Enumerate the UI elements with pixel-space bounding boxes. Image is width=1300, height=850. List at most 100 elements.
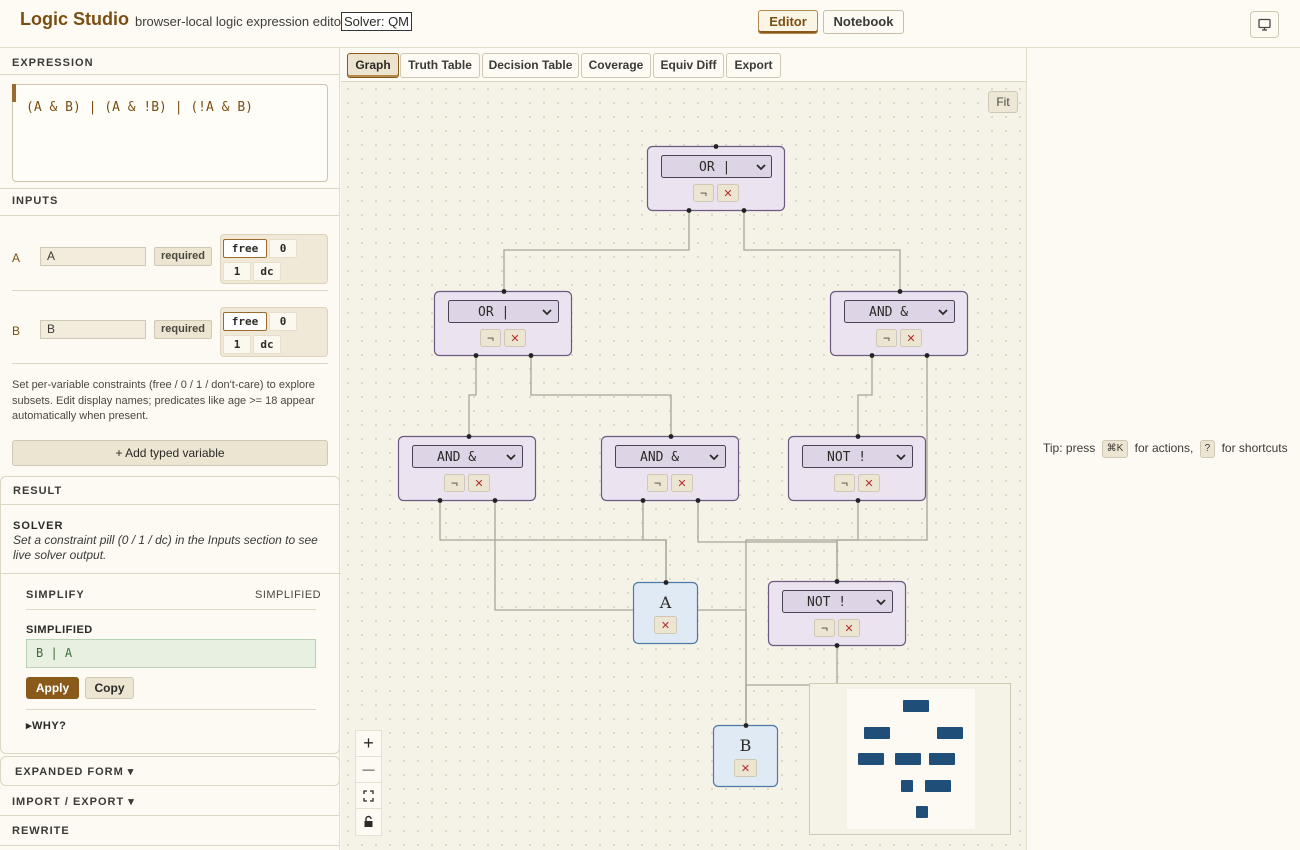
pill-0[interactable]: 0 xyxy=(269,239,297,258)
solver-message: Set a constraint pill (0 / 1 / dc) in th… xyxy=(13,533,318,562)
pill-free[interactable]: free xyxy=(223,312,267,331)
variable-a-name-input[interactable]: A xyxy=(40,247,146,266)
fit-view-icon xyxy=(363,790,374,802)
tab-truth-table[interactable]: Truth Table xyxy=(400,53,480,78)
pill-free[interactable]: free xyxy=(223,239,267,258)
monitor-icon xyxy=(1258,18,1271,31)
tip-prefix: Tip: press xyxy=(1043,441,1096,456)
solver-badge[interactable]: Solver: QM xyxy=(341,12,413,31)
rewrite-toggle[interactable]: REWRITE xyxy=(12,825,70,837)
or-root-operator[interactable]: OR | xyxy=(699,160,730,175)
delete-icon: ✕ xyxy=(906,333,915,345)
variable-a-node[interactable]: A ✕ xyxy=(632,580,699,645)
and-2-node[interactable]: AND & ¬ ✕ xyxy=(600,434,740,503)
delete-icon: ✕ xyxy=(510,333,519,345)
notebook-mode-button[interactable]: Notebook xyxy=(823,10,904,34)
variable-b-required-toggle[interactable]: required xyxy=(154,320,212,339)
or-left-node[interactable]: OR | ¬ ✕ xyxy=(433,289,573,358)
import-export-toggle[interactable]: IMPORT / EXPORT ▾ xyxy=(12,795,135,808)
view-tabs: Graph Truth Table Decision Table Coverag… xyxy=(341,48,1026,82)
app-title: Logic Studio xyxy=(20,9,129,29)
simplified-label: SIMPLIFIED xyxy=(26,624,93,636)
variable-b-constraint-pills: free 0 1 dc xyxy=(220,307,328,357)
pill-1[interactable]: 1 xyxy=(223,262,251,281)
pill-1[interactable]: 1 xyxy=(223,335,251,354)
tab-export[interactable]: Export xyxy=(726,53,781,78)
not-2-node[interactable]: NOT ! ¬ ✕ xyxy=(767,579,907,648)
graph-canvas[interactable]: OR | ¬ ✕ OR | ¬ ✕ AND & ¬ ✕ AND & ¬ ✕ AN… xyxy=(341,82,1026,850)
command-k-key: ⌘K xyxy=(1101,440,1129,458)
simplify-title: SIMPLIFY xyxy=(26,589,85,601)
and-1-operator[interactable]: AND & xyxy=(437,450,476,465)
tip-mid: for actions, xyxy=(1134,441,1194,456)
editor-mode-button[interactable]: Editor xyxy=(758,10,818,34)
tab-graph[interactable]: Graph xyxy=(347,53,399,78)
fit-button[interactable]: Fit xyxy=(988,91,1018,113)
negate-icon: ¬ xyxy=(654,476,661,490)
app-tagline: browser-local logic expression editor xyxy=(135,14,346,29)
top-bar: Logic Studio browser-local logic express… xyxy=(0,0,1300,48)
delete-icon: ✕ xyxy=(741,763,750,775)
fit-view-button[interactable] xyxy=(356,783,381,809)
minimap[interactable] xyxy=(809,683,1011,835)
lock-toggle-button[interactable] xyxy=(356,809,381,835)
not-1-node[interactable]: NOT ! ¬ ✕ xyxy=(787,434,927,503)
solver-title: SOLVER xyxy=(13,520,64,532)
not-1-operator[interactable]: NOT ! xyxy=(827,450,866,465)
and-1-node[interactable]: AND & ¬ ✕ xyxy=(397,434,537,503)
variable-b-name-input[interactable]: B xyxy=(40,320,146,339)
apply-button[interactable]: Apply xyxy=(26,677,79,699)
result-panel: RESULT SOLVER Set a constraint pill (0 /… xyxy=(0,476,341,754)
add-typed-variable-button[interactable]: + Add typed variable xyxy=(12,440,328,466)
delete-icon: ✕ xyxy=(661,620,670,632)
negate-icon: ¬ xyxy=(700,186,707,200)
delete-icon: ✕ xyxy=(723,188,732,200)
variable-b-label: B xyxy=(740,736,752,755)
zoom-out-button[interactable]: — xyxy=(356,757,381,783)
expanded-form-toggle[interactable]: EXPANDED FORM ▾ xyxy=(15,765,134,778)
variable-b-node[interactable]: B ✕ xyxy=(712,723,779,788)
display-toggle-button[interactable] xyxy=(1250,11,1279,38)
and-2-operator[interactable]: AND & xyxy=(640,450,679,465)
pill-dc[interactable]: dc xyxy=(253,262,281,281)
delete-icon: ✕ xyxy=(677,478,686,490)
why-toggle[interactable]: ▸WHY? xyxy=(26,719,66,732)
simplified-expression: B | A xyxy=(26,639,316,668)
pill-0[interactable]: 0 xyxy=(269,312,297,331)
delete-icon: ✕ xyxy=(474,478,483,490)
inputs-help-text: Set per-variable constraints (free / 0 /… xyxy=(12,379,315,422)
tab-equiv-diff[interactable]: Equiv Diff xyxy=(653,53,724,78)
minimap-blocks xyxy=(858,700,963,818)
variable-a-required-toggle[interactable]: required xyxy=(154,247,212,266)
and-right-operator[interactable]: AND & xyxy=(869,305,908,320)
editor-caret xyxy=(12,84,16,102)
or-left-operator[interactable]: OR | xyxy=(478,305,509,320)
variable-b-letter: B xyxy=(12,324,21,338)
zoom-controls: + — xyxy=(355,730,382,836)
zoom-in-button[interactable]: + xyxy=(356,731,381,757)
expression-text[interactable]: (A & B) | (A & !B) | (!A & B) xyxy=(26,100,253,115)
simplify-status-badge: SIMPLIFIED xyxy=(255,589,322,601)
inputs-section-title: INPUTS xyxy=(12,195,59,207)
left-panel: EXPRESSION (A & B) | (A & !B) | (!A & B)… xyxy=(0,48,341,850)
delete-icon: ✕ xyxy=(864,478,873,490)
tab-decision-table[interactable]: Decision Table xyxy=(482,53,579,78)
copy-button[interactable]: Copy xyxy=(85,677,134,699)
shortcut-tip: Tip: press ⌘K for actions, ? for shortcu… xyxy=(1043,440,1288,458)
tab-coverage[interactable]: Coverage xyxy=(581,53,651,78)
or-root-node[interactable]: OR | ¬ ✕ xyxy=(646,144,786,213)
and-right-node[interactable]: AND & ¬ ✕ xyxy=(829,289,969,358)
result-section-title[interactable]: RESULT xyxy=(13,485,62,497)
variable-a-label: A xyxy=(659,593,672,612)
negate-icon: ¬ xyxy=(487,331,494,345)
not-2-operator[interactable]: NOT ! xyxy=(807,595,846,610)
delete-icon: ✕ xyxy=(844,623,853,635)
expression-section-title: EXPRESSION xyxy=(12,57,94,69)
pill-dc[interactable]: dc xyxy=(253,335,281,354)
lock-icon xyxy=(364,815,373,827)
negate-icon: ¬ xyxy=(883,331,890,345)
graph-area: Graph Truth Table Decision Table Coverag… xyxy=(341,48,1026,850)
expression-editor[interactable] xyxy=(12,84,328,182)
expanded-form-panel[interactable]: EXPANDED FORM ▾ xyxy=(0,756,340,786)
tip-suffix: for shortcuts xyxy=(1221,441,1288,456)
